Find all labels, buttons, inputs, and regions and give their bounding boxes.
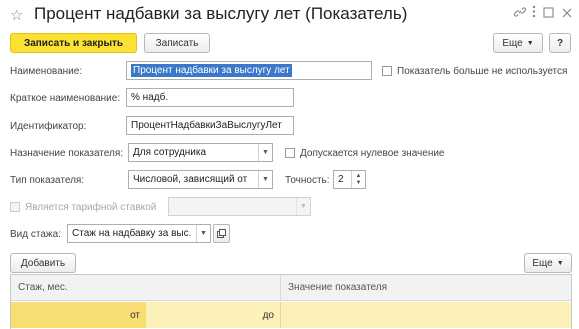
chevron-down-icon[interactable]: ▼ bbox=[196, 225, 210, 242]
save-button[interactable]: Записать bbox=[144, 33, 210, 53]
not-used-checkbox[interactable] bbox=[382, 66, 392, 76]
more-button[interactable]: Еще ▼ bbox=[493, 33, 543, 53]
purpose-select[interactable]: Для сотрудника ▼ bbox=[128, 143, 273, 162]
type-value: Числовой, зависящий от bbox=[133, 174, 248, 185]
type-label: Тип показателя: bbox=[10, 175, 85, 186]
zero-allowed-checkbox[interactable] bbox=[285, 148, 295, 158]
type-select[interactable]: Числовой, зависящий от ▼ bbox=[128, 170, 273, 189]
purpose-label: Назначение показателя: bbox=[10, 148, 124, 159]
zero-allowed-label: Допускается нулевое значение bbox=[300, 148, 445, 159]
page-title: Процент надбавки за выслугу лет (Показат… bbox=[34, 4, 408, 23]
chevron-down-icon: ▼ bbox=[556, 259, 564, 267]
kebab-icon[interactable] bbox=[532, 5, 536, 21]
precision-label: Точность: bbox=[285, 175, 330, 186]
experience-value: Стаж на надбавку за выс. bbox=[72, 228, 192, 239]
more-label: Еще bbox=[502, 37, 523, 49]
chevron-down-icon[interactable]: ▼ bbox=[258, 144, 272, 161]
add-button[interactable]: Добавить bbox=[10, 253, 76, 273]
precision-input[interactable]: 2 ▲ ▼ bbox=[333, 170, 366, 189]
tariff-label: Является тарифной ставкой bbox=[25, 202, 157, 213]
save-and-close-button[interactable]: Записать и закрыть bbox=[10, 33, 137, 53]
maximize-icon[interactable] bbox=[543, 6, 554, 21]
values-table: Стаж, мес. Значение показателя от до bbox=[10, 274, 572, 329]
identifier-label: Идентификатор: bbox=[10, 121, 87, 132]
identifier-input[interactable]: ПроцентНадбавкиЗаВыслугуЛет bbox=[126, 116, 294, 135]
tariff-checkbox bbox=[10, 202, 20, 212]
name-value: Процент надбавки за выслугу лет bbox=[131, 64, 292, 77]
table-more-label: Еще bbox=[532, 257, 553, 269]
stepper-icon[interactable]: ▲ ▼ bbox=[351, 171, 365, 188]
link-icon[interactable] bbox=[513, 6, 527, 21]
experience-label: Вид стажа: bbox=[10, 229, 61, 240]
experience-select[interactable]: Стаж на надбавку за выс. ▼ bbox=[67, 224, 211, 243]
name-input[interactable]: Процент надбавки за выслугу лет bbox=[126, 61, 372, 80]
row-to-cell[interactable]: до bbox=[146, 302, 281, 328]
row-from-cell[interactable]: от bbox=[11, 302, 146, 328]
chevron-down-icon[interactable]: ▼ bbox=[258, 171, 272, 188]
precision-value: 2 bbox=[338, 174, 344, 185]
help-button[interactable]: ? bbox=[549, 33, 571, 53]
column-header-value[interactable]: Значение показателя bbox=[281, 275, 571, 301]
open-icon[interactable] bbox=[213, 224, 230, 243]
name-label: Наименование: bbox=[10, 66, 83, 77]
table-row[interactable]: от до bbox=[11, 302, 571, 328]
short-name-input[interactable]: % надб. bbox=[126, 88, 294, 107]
purpose-value: Для сотрудника bbox=[133, 147, 207, 158]
close-icon[interactable] bbox=[562, 6, 572, 21]
short-name-label: Краткое наименование: bbox=[10, 93, 121, 104]
chevron-down-icon: ▼ bbox=[296, 198, 310, 215]
chevron-down-icon: ▼ bbox=[526, 39, 534, 47]
star-icon[interactable]: ☆ bbox=[10, 6, 23, 24]
tariff-select: ▼ bbox=[168, 197, 311, 216]
column-header-experience[interactable]: Стаж, мес. bbox=[11, 275, 281, 301]
table-more-button[interactable]: Еще ▼ bbox=[524, 253, 572, 273]
not-used-label: Показатель больше не используется bbox=[397, 66, 568, 77]
